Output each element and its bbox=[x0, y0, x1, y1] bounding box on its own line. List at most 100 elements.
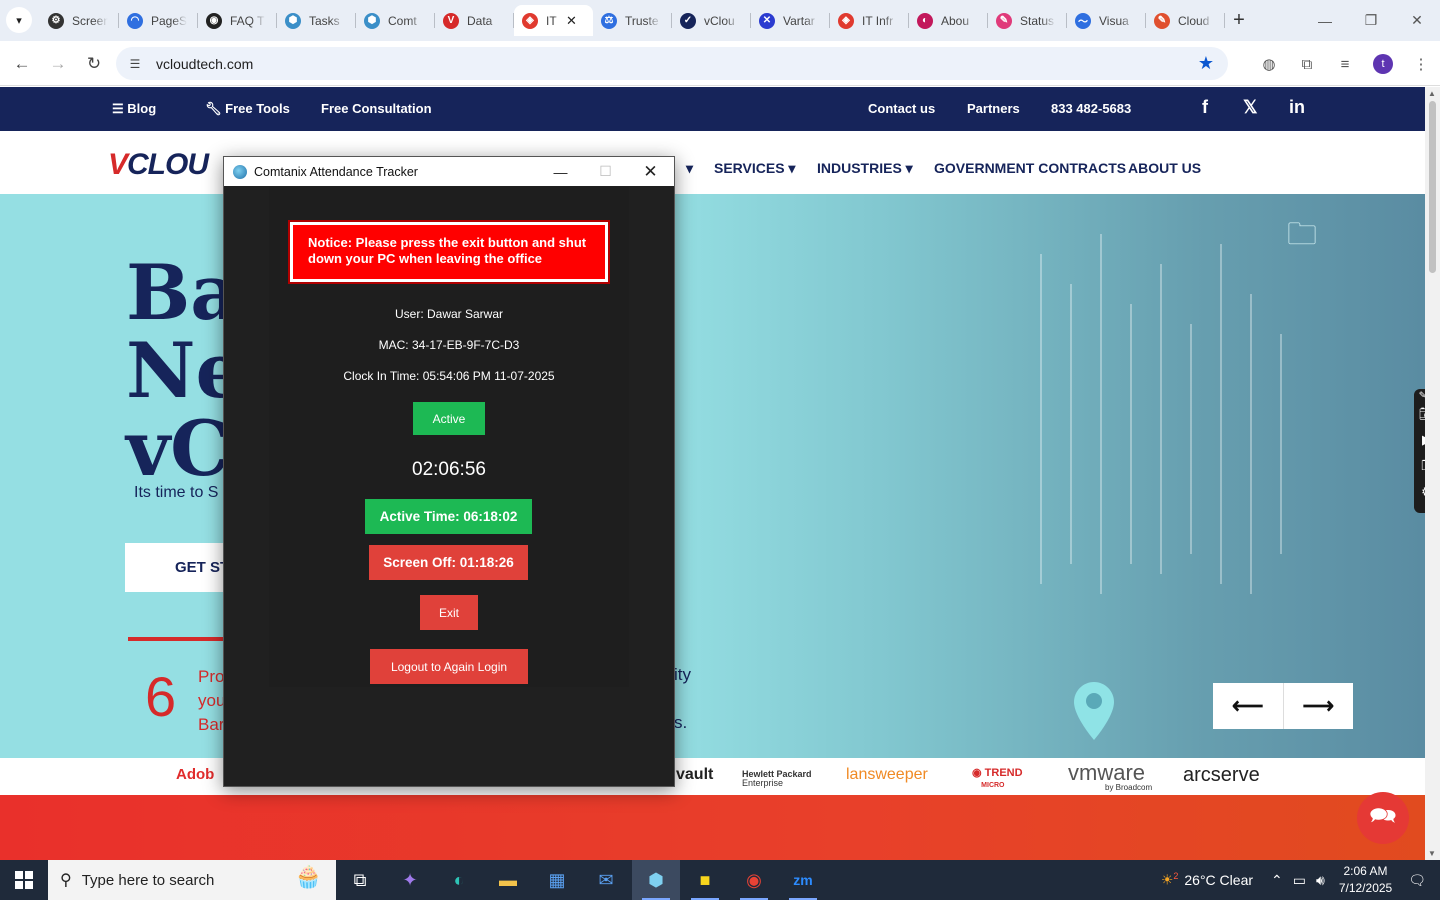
facebook-icon[interactable]: f bbox=[1202, 97, 1208, 118]
tab-favicon-icon: ✎ bbox=[1154, 12, 1170, 29]
exit-button[interactable]: Exit bbox=[420, 595, 478, 630]
browser-tab[interactable]: ◉ FAQ T bbox=[198, 5, 277, 36]
tracker-close-button[interactable]: ✕ bbox=[628, 157, 673, 186]
lansweeper-logo: lansweeper bbox=[846, 766, 928, 783]
browser-tab[interactable]: ◐ Abou bbox=[909, 5, 988, 36]
tracker-titlebar[interactable]: Comtanix Attendance Tracker — ☐ ✕ bbox=[224, 157, 674, 186]
address-bar[interactable]: ☰ vcloudtech.com ★ bbox=[116, 47, 1228, 80]
browser-tab[interactable]: ◠ PageS bbox=[119, 5, 198, 36]
task-view-icon[interactable]: ⧉ bbox=[336, 860, 384, 900]
store-icon[interactable]: ▦ bbox=[533, 860, 581, 900]
weather-icon[interactable]: ☀2 bbox=[1161, 871, 1179, 889]
search-icon: ⚲ bbox=[60, 872, 72, 889]
status-badge: Active bbox=[413, 402, 485, 435]
nav-phone-link[interactable]: 833 482-5683 bbox=[1051, 101, 1131, 116]
profile-avatar[interactable]: t bbox=[1373, 54, 1393, 74]
session-timer: 02:06:56 bbox=[412, 459, 486, 480]
scrollbar-thumb[interactable] bbox=[1429, 101, 1436, 273]
url-text[interactable]: vcloudtech.com bbox=[156, 56, 253, 72]
edge-icon[interactable]: ◐ bbox=[435, 860, 483, 900]
start-button[interactable] bbox=[0, 860, 48, 900]
media-control-icon[interactable]: ≡ bbox=[1326, 50, 1364, 78]
browser-tab[interactable]: ⚙ Screen bbox=[40, 5, 119, 36]
browser-tab[interactable]: ✕ Vartar bbox=[751, 5, 830, 36]
reload-button[interactable]: ↻ bbox=[81, 51, 107, 77]
toolbar-icons: ◍ ⧉ ≡ t ⋮ bbox=[1250, 50, 1440, 78]
linkedin-icon[interactable]: in bbox=[1289, 97, 1305, 118]
site-logo[interactable]: VCLOU bbox=[108, 148, 209, 182]
hero-subtitle: Its time to S bbox=[134, 484, 219, 501]
nav-industries-menu[interactable]: INDUSTRIES ▾ bbox=[817, 160, 913, 177]
volume-icon[interactable]: 🔊︎ bbox=[1316, 872, 1325, 889]
slider-prev-arrow-icon[interactable]: ⟵ bbox=[1213, 683, 1284, 729]
stat-text-right-2: s. bbox=[674, 713, 688, 732]
tab-favicon-icon: ✕ bbox=[759, 12, 775, 29]
sticky-notes-icon[interactable]: ■ bbox=[681, 860, 729, 900]
new-tab-button[interactable]: + bbox=[1225, 5, 1253, 36]
tab-title: Tasks bbox=[309, 13, 340, 28]
translate-icon[interactable]: ◍ bbox=[1250, 50, 1288, 78]
nav-partners-link[interactable]: Partners bbox=[967, 101, 1020, 116]
taskbar-search-box[interactable]: ⚲ Type here to search 🧁 bbox=[48, 860, 336, 900]
nav-contact-link[interactable]: Contact us bbox=[868, 101, 935, 116]
windows-taskbar: ⚲ Type here to search 🧁 ⧉ ✦ ◐ ▬ ▦ ✉ ⬢ ■ … bbox=[0, 860, 1440, 900]
notifications-icon[interactable]: 🗨 bbox=[1408, 872, 1426, 889]
tab-search-button[interactable]: ▾ bbox=[6, 7, 32, 33]
browser-tab[interactable]: ⬢ Comt bbox=[356, 5, 435, 36]
nav-free-consultation-link[interactable]: Free Consultation bbox=[321, 101, 432, 116]
close-window-button[interactable]: ✕ bbox=[1394, 0, 1440, 41]
tracker-title: Comtanix Attendance Tracker bbox=[254, 164, 418, 179]
tab-title: Status bbox=[1020, 13, 1055, 28]
extensions-icon[interactable]: ⧉ bbox=[1288, 50, 1326, 78]
scroll-down-arrow-icon[interactable]: ▼ bbox=[1428, 849, 1436, 858]
adobe-logo: Adob bbox=[176, 766, 215, 783]
comtanix-tracker-taskbar-icon[interactable]: ⬢ bbox=[632, 860, 680, 900]
nav-about-link[interactable]: ABOUT US bbox=[1128, 160, 1201, 176]
nav-government-link[interactable]: GOVERNMENT CONTRACTS bbox=[934, 160, 1126, 176]
browser-tab[interactable]: ◈ IT ✕ bbox=[514, 5, 593, 36]
tab-title: Truste bbox=[625, 13, 659, 28]
nav-services-menu[interactable]: SERVICES ▾ bbox=[714, 160, 795, 177]
browser-tab[interactable]: 〜 Visua bbox=[1067, 5, 1146, 36]
logout-button[interactable]: Logout to Again Login bbox=[370, 649, 528, 684]
browser-tab[interactable]: ✓ vClou bbox=[672, 5, 751, 36]
menu-kebab-icon[interactable]: ⋮ bbox=[1402, 50, 1440, 78]
tab-close-icon[interactable]: ✕ bbox=[566, 13, 577, 29]
chat-bubble-icon[interactable]: 🗪 bbox=[1357, 792, 1409, 844]
tracker-minimize-button[interactable]: — bbox=[538, 157, 583, 186]
tray-overflow-chevron-icon[interactable]: ⌃ bbox=[1271, 872, 1283, 889]
tab-title: Vartar bbox=[783, 13, 815, 28]
nav-dropdown-caret-icon[interactable]: ▾ bbox=[686, 160, 693, 177]
zoom-icon[interactable]: zm bbox=[779, 860, 827, 900]
file-explorer-icon[interactable]: ▬ bbox=[484, 860, 532, 900]
scroll-up-arrow-icon[interactable]: ▲ bbox=[1428, 89, 1436, 98]
nav-blog-link[interactable]: ☰ Blog bbox=[112, 101, 156, 117]
chrome-icon[interactable]: ◉ bbox=[730, 860, 778, 900]
copilot-icon[interactable]: ✦ bbox=[386, 860, 434, 900]
mail-icon[interactable]: ✉ bbox=[582, 860, 630, 900]
network-icon[interactable]: ▭ bbox=[1293, 872, 1306, 889]
windows-logo-icon bbox=[15, 871, 33, 889]
footer-red-band bbox=[0, 795, 1425, 860]
system-clock[interactable]: 2:06 AM 7/12/2025 bbox=[1339, 863, 1392, 897]
tab-favicon-icon: ◠ bbox=[127, 12, 143, 29]
browser-tab[interactable]: ✎ Cloud bbox=[1146, 5, 1225, 36]
browser-tab[interactable]: V Data bbox=[435, 5, 514, 36]
back-button[interactable]: ← bbox=[9, 51, 35, 77]
browser-tab[interactable]: ⬢ Tasks bbox=[277, 5, 356, 36]
browser-tab[interactable]: ◈ IT Infr bbox=[830, 5, 909, 36]
nav-free-tools-link[interactable]: 🔧︎ Free Tools bbox=[205, 101, 290, 117]
page-scrollbar[interactable]: ▲ ▼ bbox=[1425, 87, 1440, 860]
x-twitter-icon[interactable]: 𝕏 bbox=[1243, 97, 1258, 118]
slider-next-arrow-icon[interactable]: ⟶ bbox=[1284, 683, 1354, 729]
site-info-icon[interactable]: ☰ bbox=[124, 53, 146, 75]
minimize-window-button[interactable]: — bbox=[1302, 0, 1348, 41]
forward-button[interactable]: → bbox=[45, 51, 71, 77]
weather-text[interactable]: 26°C Clear bbox=[1184, 872, 1253, 888]
browser-tab[interactable]: ⚖ Truste bbox=[593, 5, 672, 36]
tab-favicon-icon: 〜 bbox=[1075, 12, 1091, 29]
bookmark-star-icon[interactable]: ★ bbox=[1198, 53, 1214, 74]
restore-window-button[interactable]: ❐ bbox=[1348, 0, 1394, 41]
tracker-maximize-button[interactable]: ☐ bbox=[583, 157, 628, 186]
browser-tab[interactable]: ✎ Status bbox=[988, 5, 1067, 36]
